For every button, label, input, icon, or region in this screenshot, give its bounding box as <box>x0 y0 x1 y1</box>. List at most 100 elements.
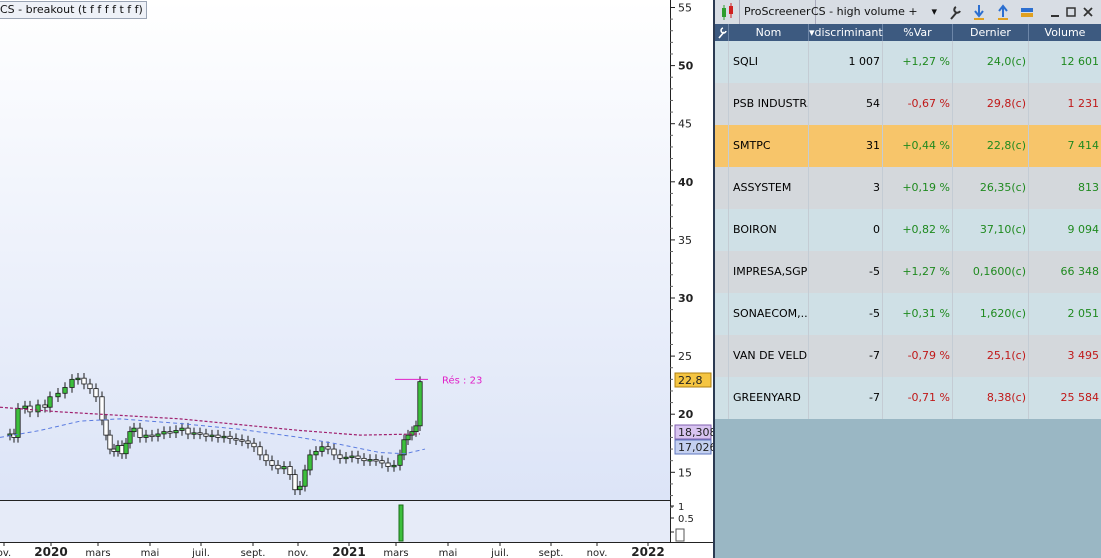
column-header-nom[interactable]: Nom <box>729 24 809 41</box>
candle <box>185 427 191 435</box>
y-tick-label: 55 <box>678 2 692 15</box>
cell-var: -0,71 % <box>883 377 953 419</box>
cell-discriminant: -7 <box>809 377 883 419</box>
candle <box>107 434 113 450</box>
table-row[interactable]: SQLI 1 007 +1,27 % 24,0(c) 12 601 <box>715 41 1101 83</box>
wrench-icon[interactable] <box>947 0 963 24</box>
x-tick-label: mai <box>439 548 458 558</box>
cell-volume: 1 231 <box>1067 97 1100 110</box>
resistance-label: Rés : 23 <box>442 374 482 386</box>
column-header-dernier[interactable]: Dernier <box>953 24 1029 41</box>
cell-dernier: 25,1(c) <box>953 335 1029 377</box>
screen-selector[interactable]: CS - high volume + MA ▾ <box>811 0 937 42</box>
candle <box>379 460 385 464</box>
chart-title[interactable]: CS - breakout (t f f f f t f f) <box>0 1 147 19</box>
table-row[interactable]: ASSYSTEM 3 +0,19 % 26,35(c) 813 <box>715 167 1101 209</box>
candle <box>22 405 28 409</box>
candle <box>227 435 233 440</box>
table-row[interactable]: SONAECOM,... -5 +0,31 % 1,620(c) 2 051 <box>715 293 1101 335</box>
candle <box>103 419 109 436</box>
candle <box>245 440 251 444</box>
column-header-var[interactable]: %Var <box>883 24 953 41</box>
y-tick-label: 45 <box>678 118 692 131</box>
plot-area <box>0 0 670 500</box>
candle <box>131 427 137 433</box>
candle <box>287 466 293 476</box>
column-header-discriminant[interactable]: ▾discriminant <box>809 24 883 41</box>
cell-dernier: 22,8(c) <box>953 125 1029 167</box>
candle <box>325 446 331 450</box>
cell-dernier: 1,620(c) <box>953 293 1029 335</box>
candle <box>281 466 287 470</box>
candle <box>367 459 373 462</box>
column-header-volume[interactable]: Volume <box>1029 24 1101 41</box>
cell-var: -0,79 % <box>883 335 953 377</box>
cell-volume: 12 601 <box>1060 55 1100 68</box>
cell-var: +1,27 % <box>883 251 953 293</box>
settings-wrench-icon[interactable] <box>715 24 729 41</box>
close-icon[interactable] <box>1081 0 1095 24</box>
candle <box>35 404 41 413</box>
download-arrow-icon[interactable] <box>971 0 987 24</box>
table-row[interactable]: PSB INDUSTR... 54 -0,67 % 29,8(c) 1 231 <box>715 83 1101 125</box>
y-tick-label: 15 <box>678 466 692 479</box>
cell-nom: VAN DE VELDE <box>729 335 809 377</box>
cell-volume: 9 094 <box>1067 223 1100 236</box>
maximize-icon[interactable] <box>1065 0 1077 24</box>
x-tick-label: ov. <box>0 548 11 558</box>
candle <box>373 459 379 462</box>
cell-volume: 813 <box>1078 181 1099 194</box>
candle <box>417 381 423 427</box>
candle <box>209 434 215 438</box>
cell-nom: ASSYSTEM <box>729 167 809 209</box>
cell-volume: 25 584 <box>1060 391 1100 404</box>
cell-dernier: 0,1600(c) <box>953 251 1029 293</box>
cell-discriminant: 3 <box>809 167 883 209</box>
candle <box>203 433 209 437</box>
layers-icon[interactable] <box>1019 0 1035 24</box>
cell-discriminant: 54 <box>809 83 883 125</box>
candle <box>155 433 161 437</box>
app-name-label: ProScreener <box>739 0 816 24</box>
y-tick-label: 25 <box>678 350 692 363</box>
candle <box>292 474 298 491</box>
row-gutter <box>715 41 729 83</box>
table-row[interactable]: GREENYARD -7 -0,71 % 8,38(c) 25 584 <box>715 377 1101 419</box>
price-chart[interactable]: 55 50 45 40 35 30 25 20 15 ov. 2020 mars mai juil. sep… <box>0 0 713 558</box>
price-chart-panel[interactable]: 55 50 45 40 35 30 25 20 15 ov. 2020 mars mai juil. sep… <box>0 0 713 558</box>
volume-tick-label: 1 <box>678 502 684 513</box>
x-tick-label: 2022 <box>631 545 664 558</box>
minimize-icon[interactable] <box>1049 0 1061 24</box>
candle <box>167 431 173 434</box>
x-tick-label: juil. <box>490 548 509 558</box>
candlestick-icon[interactable] <box>719 0 737 24</box>
table-row[interactable]: IMPRESA,SGPS -5 +1,27 % 0,1600(c) 66 348 <box>715 251 1101 293</box>
cell-nom: BOIRON <box>729 209 809 251</box>
table-row[interactable]: BOIRON 0 +0,82 % 37,10(c) 9 094 <box>715 209 1101 251</box>
cell-volume: 7 414 <box>1067 139 1100 152</box>
candle <box>391 464 397 468</box>
row-gutter <box>715 167 729 209</box>
x-tick-label: mars <box>383 548 408 558</box>
cell-nom: SQLI <box>729 41 809 83</box>
candle <box>127 431 133 444</box>
candle <box>257 446 263 456</box>
candle <box>349 455 355 458</box>
candle <box>93 388 99 398</box>
candle <box>47 396 53 408</box>
cell-discriminant: -5 <box>809 251 883 293</box>
last-price-badge-text: 22,8 <box>678 374 703 387</box>
x-tick-label: nov. <box>288 548 309 558</box>
candle <box>215 434 221 438</box>
table-row[interactable]: SMTPC 31 +0,44 % 22,8(c) 7 414 <box>715 125 1101 167</box>
table-row[interactable]: VAN DE VELDE -7 -0,79 % 25,1(c) 3 495 <box>715 335 1101 377</box>
candle <box>123 442 129 455</box>
x-tick-label: juil. <box>191 548 210 558</box>
upload-arrow-icon[interactable] <box>995 0 1011 24</box>
candle <box>55 392 61 398</box>
cell-discriminant: 0 <box>809 209 883 251</box>
candle <box>405 434 411 441</box>
volume-tick-label: 0.5 <box>678 514 694 525</box>
candle <box>263 454 269 462</box>
candle <box>15 407 21 438</box>
